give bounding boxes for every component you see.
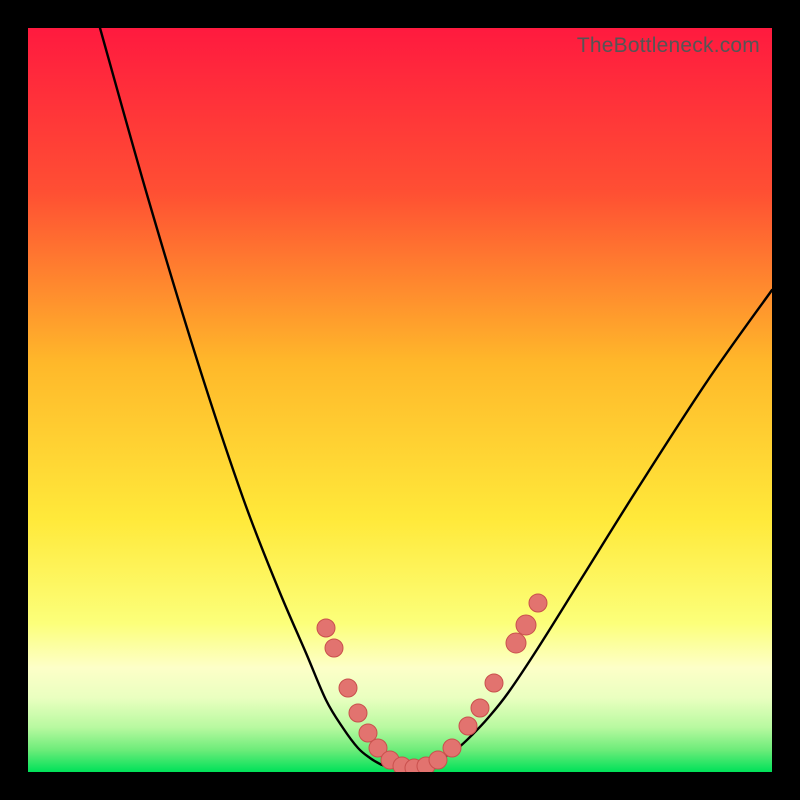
- data-dot: [459, 717, 477, 735]
- chart-stage: TheBottleneck.com: [0, 0, 800, 800]
- watermark-text: TheBottleneck.com: [577, 34, 760, 58]
- data-dot: [506, 633, 526, 653]
- data-dot: [471, 699, 489, 717]
- data-dot: [529, 594, 547, 612]
- curve-dots: [317, 594, 547, 772]
- plot-area: TheBottleneck.com: [28, 28, 772, 772]
- data-dot: [429, 751, 447, 769]
- data-dot: [516, 615, 536, 635]
- data-dot: [317, 619, 335, 637]
- data-dot: [443, 739, 461, 757]
- data-dot: [485, 674, 503, 692]
- data-dot: [349, 704, 367, 722]
- data-dot: [325, 639, 343, 657]
- curve-layer: [28, 28, 772, 772]
- bottleneck-curve: [100, 28, 772, 768]
- data-dot: [339, 679, 357, 697]
